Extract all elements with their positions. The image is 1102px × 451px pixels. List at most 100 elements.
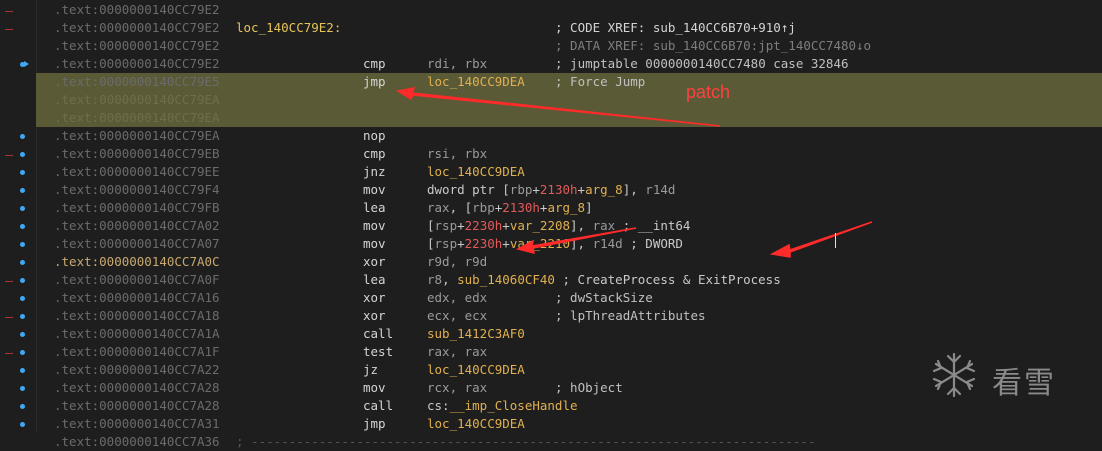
line-address: .text:0000000140CC79FB	[54, 200, 220, 215]
line-address: .text:0000000140CC7A1F	[54, 344, 220, 359]
instruction-mnemonic: lea	[363, 272, 386, 287]
breakpoint-marker[interactable]	[20, 224, 25, 229]
flow-marker	[5, 317, 13, 318]
code-line[interactable]: .text:0000000140CC79EB cmp rsi, rbx	[36, 145, 1102, 163]
code-line[interactable]: .text:0000000140CC7A0F lea r8, sub_14060CF…	[36, 271, 1102, 289]
breakpoint-marker[interactable]	[20, 134, 25, 139]
register: rsp	[434, 218, 458, 233]
code-line[interactable]: .text:0000000140CC79E2	[36, 1, 1102, 19]
line-address: .text:0000000140CC79EA	[54, 92, 220, 107]
flow-marker	[5, 29, 13, 30]
code-line[interactable]: .text:0000000140CC7A0C xor r9d, r9d	[36, 253, 1102, 271]
breakpoint-marker[interactable]	[20, 242, 25, 247]
symbol-name[interactable]: arg_8	[585, 182, 623, 197]
operand-text: ]	[585, 200, 593, 215]
operand-text: ],	[570, 236, 593, 251]
flow-marker	[5, 281, 13, 282]
operand-text: ],	[622, 182, 646, 197]
code-line[interactable]: .text:0000000140CC7A07 mov [rsp+2230h+var_…	[36, 235, 1102, 253]
operand-text: +	[502, 236, 510, 251]
breakpoint-marker[interactable]	[20, 314, 25, 319]
symbol-name[interactable]: loc_140CC9DEA	[427, 74, 525, 89]
code-line[interactable]: .text:0000000140CC7A1A call sub_1412C3AF0	[36, 325, 1102, 343]
code-line[interactable]: .text:0000000140CC79EA	[36, 91, 1102, 109]
breakpoint-marker[interactable]	[20, 404, 25, 409]
breakpoint-marker[interactable]	[20, 188, 25, 193]
symbol-name[interactable]: var_2208	[510, 218, 570, 233]
code-line[interactable]: .text:0000000140CC79E2 cmp rdi, rbx ; jumpt…	[36, 55, 1102, 73]
code-gutter[interactable]	[0, 0, 37, 433]
breakpoint-marker[interactable]	[20, 422, 25, 427]
code-line[interactable]: .text:0000000140CC7A02 mov [rsp+2230h+var_…	[36, 217, 1102, 235]
instruction-operands: rax, rax	[427, 343, 487, 361]
instruction-operands: [rsp+2230h+var_2210], r14d ; DWORD	[427, 235, 683, 253]
symbol-name[interactable]: loc_140CC9DEA	[427, 362, 525, 377]
patch-annotation-label: patch	[686, 82, 731, 102]
instruction-mnemonic: cmp	[363, 56, 386, 71]
breakpoint-marker[interactable]	[20, 206, 25, 211]
jump-target-arrow-icon	[24, 61, 29, 67]
code-line[interactable]: .text:0000000140CC79FB lea rax, [rbp+2130h…	[36, 199, 1102, 217]
instruction-mnemonic: jnz	[363, 164, 386, 179]
code-line[interactable]: .text:0000000140CC7A18 xor ecx, ecx ; lpThr…	[36, 307, 1102, 325]
operand-text: ; __int64	[615, 218, 691, 233]
register: r14d	[592, 236, 623, 251]
code-line[interactable]: .text:0000000140CC7A31 jmp loc_140CC9DEA	[36, 415, 1102, 433]
breakpoint-marker[interactable]	[20, 170, 25, 175]
breakpoint-marker[interactable]	[20, 296, 25, 301]
code-line[interactable]: .text:0000000140CC7A36 ; ----------------…	[36, 433, 1102, 451]
code-line[interactable]: .text:0000000140CC79F4 mov dword ptr [rbp+…	[36, 181, 1102, 199]
breakpoint-marker[interactable]	[20, 332, 25, 337]
symbol-name[interactable]: loc_140CC9DEA	[427, 164, 525, 179]
breakpoint-marker[interactable]	[20, 152, 25, 157]
register: r8	[427, 272, 443, 287]
instruction-mnemonic: test	[363, 344, 394, 359]
breakpoint-marker[interactable]	[20, 278, 25, 283]
breakpoint-marker[interactable]	[20, 386, 25, 391]
instruction-operands: dword ptr [rbp+2130h+arg_8], r14d	[427, 181, 675, 199]
breakpoint-marker[interactable]	[20, 350, 25, 355]
symbol-name[interactable]: var_2210	[510, 236, 570, 251]
symbol-name[interactable]: sub_14060CF40	[457, 272, 555, 287]
instruction-operands: ecx, ecx	[427, 307, 487, 325]
breakpoint-marker[interactable]	[20, 368, 25, 373]
register: rax, rax	[427, 344, 488, 359]
instruction-operands: loc_140CC9DEA	[427, 361, 525, 379]
instruction-mnemonic: jmp	[363, 416, 386, 431]
instruction-operands: rsi, rbx	[427, 145, 487, 163]
line-address: .text:0000000140CC7A28	[54, 380, 220, 395]
code-line[interactable]: .text:0000000140CC79E2 ; DATA XREF: sub_1…	[36, 37, 1102, 55]
operand-text: ; CreateProcess & ExitProcess	[554, 272, 781, 287]
separator-line: ; --------------------------------------…	[236, 434, 816, 449]
line-comment: ; dwStackSize	[555, 290, 653, 305]
operand-text: +	[577, 182, 586, 197]
code-line[interactable]: .text:0000000140CC79E5 jmp loc_140CC9DEA ; …	[36, 73, 1102, 91]
symbol-name[interactable]: sub_1412C3AF0	[427, 326, 525, 341]
symbol-name[interactable]: __imp_CloseHandle	[450, 398, 578, 413]
line-address: .text:0000000140CC79F4	[54, 182, 220, 197]
line-address: .text:0000000140CC79EA	[54, 128, 220, 143]
register: ecx, ecx	[427, 308, 488, 323]
instruction-mnemonic: mov	[363, 236, 386, 251]
register: r14d	[645, 182, 676, 197]
instruction-operands: r9d, r9d	[427, 253, 487, 271]
instruction-operands: loc_140CC9DEA	[427, 73, 525, 91]
register: rcx, rax	[427, 380, 488, 395]
code-line[interactable]: .text:0000000140CC79EE jnz loc_140CC9DEA	[36, 163, 1102, 181]
line-address: .text:0000000140CC79E2	[54, 38, 220, 53]
symbol-name[interactable]: arg_8	[547, 200, 585, 215]
register: rax	[427, 200, 450, 215]
flow-marker	[5, 353, 13, 354]
code-line[interactable]: .text:0000000140CC79EA nop	[36, 127, 1102, 145]
operand-text: +	[457, 218, 465, 233]
breakpoint-marker[interactable]	[20, 260, 25, 265]
code-line[interactable]: .text:0000000140CC79EA	[36, 109, 1102, 127]
line-address: .text:0000000140CC7A16	[54, 290, 220, 305]
line-address: .text:0000000140CC7A31	[54, 416, 220, 431]
code-line[interactable]: .text:0000000140CC79E2 loc_140CC79E2: ; CO…	[36, 19, 1102, 37]
register: rbp	[472, 200, 495, 215]
symbol-name[interactable]: loc_140CC9DEA	[427, 416, 525, 431]
instruction-mnemonic: jz	[363, 362, 379, 377]
code-line[interactable]: .text:0000000140CC7A16 xor edx, edx ; dwSta…	[36, 289, 1102, 307]
instruction-operands: loc_140CC9DEA	[427, 415, 525, 433]
